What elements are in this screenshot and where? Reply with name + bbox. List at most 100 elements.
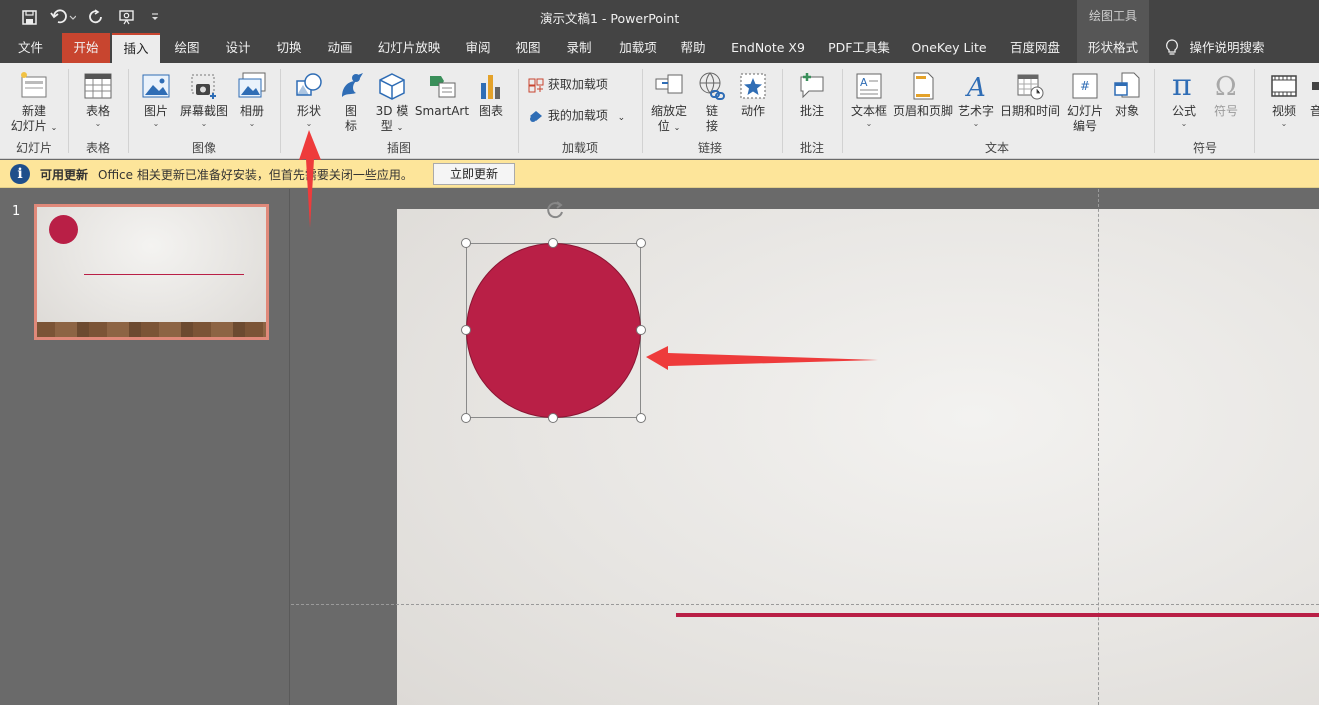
- textbox-button[interactable]: A 文本框 ⌄: [848, 71, 890, 128]
- circle-shape[interactable]: [466, 243, 641, 418]
- tab-help[interactable]: 帮助: [672, 33, 714, 63]
- resize-handle-top[interactable]: [548, 238, 558, 248]
- photo-album-icon: [238, 72, 266, 98]
- update-now-button[interactable]: 立即更新: [433, 163, 515, 185]
- tab-design[interactable]: 设计: [217, 33, 259, 63]
- tab-review[interactable]: 审阅: [457, 33, 499, 63]
- action-button[interactable]: 动作: [734, 71, 772, 119]
- resize-handle-right[interactable]: [636, 325, 646, 335]
- 3d-models-label-1: 3D 模: [375, 104, 409, 118]
- smartart-button[interactable]: SmartArt: [414, 71, 470, 119]
- customize-icon[interactable]: [146, 6, 164, 28]
- date-time-label: 日期和时间: [999, 104, 1060, 118]
- wordart-icon: A: [965, 73, 986, 101]
- horizontal-guide[interactable]: [291, 604, 1319, 605]
- chart-button[interactable]: 图表: [472, 71, 510, 119]
- slide-editor: [291, 189, 1319, 705]
- svg-text:Ω: Ω: [1215, 72, 1237, 101]
- resize-handle-bottom-left[interactable]: [461, 413, 471, 423]
- tab-transitions[interactable]: 切换: [268, 33, 310, 63]
- tab-home[interactable]: 开始: [62, 33, 110, 63]
- vertical-guide[interactable]: [1098, 189, 1099, 705]
- tab-addins[interactable]: 加载项: [611, 33, 665, 63]
- tab-animations[interactable]: 动画: [319, 33, 361, 63]
- comment-button[interactable]: 批注: [788, 71, 836, 119]
- shapes-button[interactable]: 形状 ⌄: [288, 71, 330, 128]
- icons-label-2: 标: [344, 119, 357, 133]
- chart-icon: [481, 75, 500, 99]
- tab-view[interactable]: 视图: [507, 33, 549, 63]
- symbol-button[interactable]: Ω 符号: [1206, 67, 1246, 119]
- icons-label-1: 图: [344, 104, 357, 118]
- equation-label: 公式: [1171, 104, 1196, 118]
- title-bar: 演示文稿1 - PowerPoint 绘图工具: [0, 0, 1319, 33]
- undo-icon[interactable]: [48, 6, 78, 28]
- textbox-icon: A: [856, 73, 882, 99]
- smartart-label: SmartArt: [414, 104, 470, 118]
- tab-baidu-netdisk[interactable]: 百度网盘: [1004, 33, 1066, 63]
- wordart-button[interactable]: A 艺术字 ⌄: [956, 71, 996, 128]
- redo-icon[interactable]: [86, 6, 108, 28]
- save-icon[interactable]: [18, 6, 40, 28]
- resize-handle-top-left[interactable]: [461, 238, 471, 248]
- group-label-tables: 表格: [85, 141, 110, 155]
- rotate-handle-icon[interactable]: [544, 199, 566, 221]
- resize-handle-bottom[interactable]: [548, 413, 558, 423]
- chart-label: 图表: [478, 104, 503, 118]
- table-button[interactable]: 表格 ⌄: [72, 71, 124, 128]
- slide-number-button[interactable]: # 幻灯片 编号: [1064, 71, 1106, 134]
- svg-text:A: A: [965, 73, 986, 101]
- tab-onekey[interactable]: OneKey Lite: [908, 33, 990, 63]
- icons-button[interactable]: 图 标: [334, 71, 368, 134]
- get-addins-button[interactable]: 获取加载项: [528, 77, 632, 93]
- slide-thumbnail-pane: 1: [0, 189, 290, 705]
- tell-me-search[interactable]: 操作说明搜索: [1186, 33, 1268, 63]
- my-addins-button[interactable]: 我的加载项 ⌄: [528, 108, 632, 126]
- group-label-slides: 幻灯片: [15, 141, 52, 155]
- present-icon[interactable]: [116, 6, 138, 28]
- 3d-models-button[interactable]: 3D 模 型 ⌄: [370, 71, 414, 135]
- tab-slideshow[interactable]: 幻灯片放映: [372, 33, 446, 63]
- resize-handle-bottom-right[interactable]: [636, 413, 646, 423]
- tab-draw[interactable]: 绘图: [166, 33, 208, 63]
- resize-handle-top-right[interactable]: [636, 238, 646, 248]
- header-footer-icon: [913, 72, 934, 100]
- pictures-button[interactable]: 图片 ⌄: [134, 71, 178, 128]
- group-label-images: 图像: [191, 141, 216, 155]
- date-time-button[interactable]: 日期和时间: [998, 71, 1062, 119]
- group-label-addins: 加载项: [561, 141, 598, 155]
- ribbon-separator: [68, 69, 69, 153]
- slide-thumbnail[interactable]: [34, 204, 269, 340]
- link-button[interactable]: 链 接: [694, 71, 730, 134]
- svg-text:A: A: [860, 76, 868, 89]
- object-button[interactable]: 对象: [1108, 71, 1146, 119]
- lightbulb-icon[interactable]: [1162, 33, 1182, 63]
- group-label-links: 链接: [697, 141, 722, 155]
- tab-endnote[interactable]: EndNote X9: [728, 33, 808, 63]
- tab-file[interactable]: 文件: [8, 33, 53, 63]
- photo-album-button[interactable]: 相册 ⌄: [230, 71, 274, 128]
- audio-button[interactable]: 音: [1310, 71, 1319, 119]
- zoom-button[interactable]: 缩放定 位 ⌄: [648, 71, 690, 135]
- tab-pdf-tools[interactable]: PDF工具集: [822, 33, 896, 63]
- link-icon: [699, 72, 725, 100]
- equation-button[interactable]: π 公式 ⌄: [1162, 67, 1206, 128]
- tab-insert[interactable]: 插入: [112, 33, 160, 63]
- thumbnail-line: [84, 274, 244, 275]
- zoom-icon: [655, 74, 683, 94]
- red-line-shape[interactable]: [676, 613, 1319, 617]
- svg-text:π: π: [1172, 68, 1192, 101]
- star-icon: [740, 73, 766, 99]
- drawing-tools-label: 绘图工具: [1077, 0, 1149, 33]
- video-button[interactable]: 视频 ⌄: [1262, 71, 1306, 128]
- ribbon: 新建 幻灯片 ⌄ 幻灯片 表格 ⌄ 表格 图片 ⌄ 屏幕截图 ⌄ 相册 ⌄ 图像…: [0, 63, 1319, 159]
- tab-record[interactable]: 录制: [558, 33, 600, 63]
- pictures-label: 图片: [143, 104, 168, 118]
- update-title: 可用更新: [40, 168, 89, 182]
- resize-handle-left[interactable]: [461, 325, 471, 335]
- new-slide-button[interactable]: 新建 幻灯片 ⌄: [6, 71, 62, 135]
- header-footer-button[interactable]: 页眉和页脚: [892, 71, 954, 119]
- screenshot-button[interactable]: 屏幕截图 ⌄: [178, 71, 230, 128]
- thumbnail-circle: [49, 215, 78, 244]
- tab-shape-format[interactable]: 形状格式: [1077, 33, 1149, 63]
